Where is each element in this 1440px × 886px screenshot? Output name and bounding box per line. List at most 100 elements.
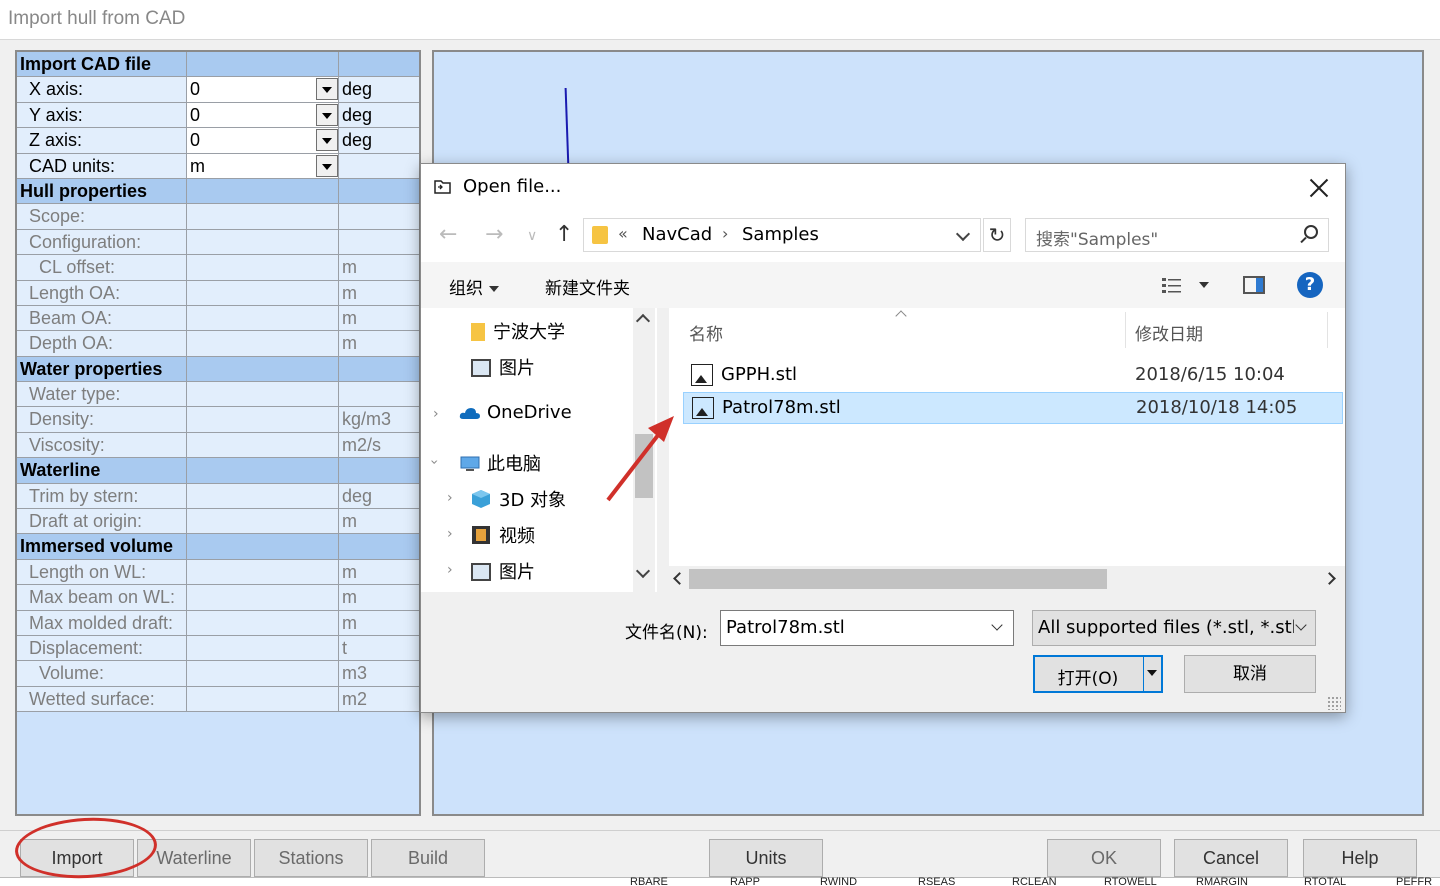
view-mode-dropdown-icon[interactable]	[1199, 282, 1209, 288]
property-table: Import CAD file X axis: 0 deg Y axis: 0 deg Z a…	[17, 52, 419, 713]
address-bar[interactable]: « NavCad › Samples	[583, 218, 981, 252]
nav-item-onedrive[interactable]: OneDrive	[459, 402, 572, 423]
property-row: Length OA: m	[17, 280, 419, 306]
property-value[interactable]: m	[187, 153, 339, 178]
property-unit: m	[339, 509, 419, 534]
chevron-down-icon[interactable]	[991, 619, 1003, 631]
cancel-button[interactable]: Cancel	[1174, 839, 1288, 877]
build-button[interactable]: Build	[371, 839, 485, 877]
property-label: Max beam on WL:	[17, 585, 187, 610]
property-label: Depth OA:	[17, 331, 187, 356]
dialog-cancel-button[interactable]: 取消	[1184, 655, 1316, 693]
window-title-bar: Import hull from CAD	[0, 0, 1440, 40]
property-label: Water type:	[17, 382, 187, 407]
breadcrumb-navcad[interactable]: NavCad	[642, 224, 712, 245]
property-unit: deg	[339, 77, 419, 102]
property-grid: Import CAD file X axis: 0 deg Y axis: 0 deg Z a…	[15, 50, 421, 816]
help-button[interactable]: Help	[1303, 839, 1417, 877]
view-mode-icon[interactable]	[1161, 276, 1183, 294]
ruler-label: RAPP	[730, 876, 760, 886]
property-value	[187, 280, 339, 305]
property-row[interactable]: CAD units: m	[17, 153, 419, 179]
preview-pane-icon[interactable]	[1243, 276, 1265, 294]
resize-grip-icon[interactable]	[1327, 696, 1341, 710]
property-row[interactable]: X axis: 0 deg	[17, 77, 419, 103]
scroll-down-icon[interactable]	[635, 563, 651, 579]
nav-item-3d-objects[interactable]: 3D 对象	[471, 486, 566, 512]
column-header-modified[interactable]: 修改日期	[1135, 320, 1203, 345]
nav-item-ningbo-university[interactable]: 宁波大学	[471, 318, 565, 344]
import-button[interactable]: Import	[20, 839, 134, 877]
nav-item-pictures[interactable]: 图片	[471, 354, 535, 380]
column-header-name[interactable]: 名称	[689, 320, 723, 345]
column-divider[interactable]	[1327, 312, 1328, 348]
up-arrow-icon[interactable]: ↑	[555, 222, 573, 247]
forward-arrow-icon[interactable]: →	[485, 222, 503, 247]
nav-item-pictures-2[interactable]: 图片	[471, 558, 535, 584]
expand-chevron-icon[interactable]: ›	[447, 490, 453, 506]
filetype-select[interactable]: All supported files (*.stl, *.stl	[1032, 610, 1316, 646]
filename-input[interactable]: Patrol78m.stl	[720, 610, 1014, 646]
property-value	[187, 559, 339, 585]
refresh-icon[interactable]: ↻	[983, 218, 1011, 252]
nav-item-videos[interactable]: 视频	[471, 522, 535, 548]
nav-scrollbar[interactable]	[633, 308, 655, 592]
open-file-dialog: Open file... ← → ∨ ↑ « NavCad › Samples …	[420, 163, 1346, 713]
section-title: Immersed volume	[17, 534, 187, 559]
chevron-down-icon[interactable]	[316, 78, 338, 101]
chevron-down-icon[interactable]	[1295, 619, 1307, 631]
section-title: Water properties	[17, 356, 187, 382]
property-row: Trim by stern: deg	[17, 483, 419, 510]
scroll-up-icon[interactable]	[635, 313, 651, 329]
file-row-gpph[interactable]: GPPH.stl 2018/6/15 10:04	[683, 360, 1343, 392]
help-icon[interactable]: ?	[1297, 272, 1323, 298]
ok-button[interactable]: OK	[1047, 839, 1161, 877]
column-divider[interactable]	[1125, 312, 1126, 348]
scroll-thumb[interactable]	[689, 569, 1107, 589]
waterline-button[interactable]: Waterline	[137, 839, 251, 877]
chevron-down-icon[interactable]	[316, 154, 338, 177]
breadcrumb-overflow[interactable]: «	[618, 224, 628, 243]
collapse-chevron-icon[interactable]: ›	[426, 459, 442, 465]
expand-chevron-icon[interactable]: ›	[447, 562, 453, 578]
chevron-down-icon[interactable]	[316, 129, 338, 152]
property-row[interactable]: Y axis: 0 deg	[17, 102, 419, 129]
search-placeholder: 搜索"Samples"	[1036, 230, 1159, 250]
section-header: Water properties	[17, 356, 419, 383]
stations-button[interactable]: Stations	[254, 839, 368, 877]
new-folder-button[interactable]: 新建文件夹	[545, 274, 630, 299]
scroll-thumb[interactable]	[635, 434, 653, 498]
property-label: X axis:	[17, 77, 187, 102]
property-unit: m	[339, 610, 419, 635]
back-arrow-icon[interactable]: ←	[439, 222, 457, 247]
recent-chevron-icon[interactable]: ∨	[527, 228, 537, 244]
file-row-patrol78m[interactable]: Patrol78m.stl 2018/10/18 14:05	[683, 392, 1343, 424]
close-icon[interactable]	[1307, 176, 1331, 200]
property-unit	[339, 534, 419, 558]
property-value[interactable]: 0	[187, 102, 339, 128]
chevron-down-icon[interactable]	[955, 226, 971, 242]
units-button[interactable]: Units	[709, 839, 823, 877]
property-unit: m2	[339, 686, 419, 712]
scroll-right-icon[interactable]	[1323, 572, 1336, 585]
property-label: CAD units:	[17, 153, 187, 178]
organize-menu[interactable]: 组织	[449, 274, 499, 299]
expand-chevron-icon[interactable]: ›	[447, 526, 453, 542]
chevron-down-icon[interactable]	[316, 103, 338, 126]
onedrive-icon	[459, 405, 480, 423]
property-value[interactable]: 0	[187, 128, 339, 153]
filename-value: Patrol78m.stl	[726, 617, 845, 638]
property-row[interactable]: Z axis: 0 deg	[17, 128, 419, 154]
ruler-label: RMARGIN	[1196, 876, 1248, 886]
expand-chevron-icon[interactable]: ›	[433, 406, 439, 422]
search-input[interactable]: 搜索"Samples"	[1025, 218, 1329, 252]
property-row: Water type:	[17, 382, 419, 408]
breadcrumb-samples[interactable]: Samples	[742, 224, 819, 245]
open-dropdown-icon[interactable]	[1147, 670, 1157, 676]
scroll-left-icon[interactable]	[673, 572, 686, 585]
property-unit	[339, 52, 419, 76]
horizontal-scrollbar[interactable]	[669, 566, 1345, 592]
open-button[interactable]: 打开(O)	[1033, 655, 1163, 693]
nav-item-this-pc[interactable]: 此电脑	[459, 450, 541, 476]
property-value[interactable]: 0	[187, 77, 339, 102]
